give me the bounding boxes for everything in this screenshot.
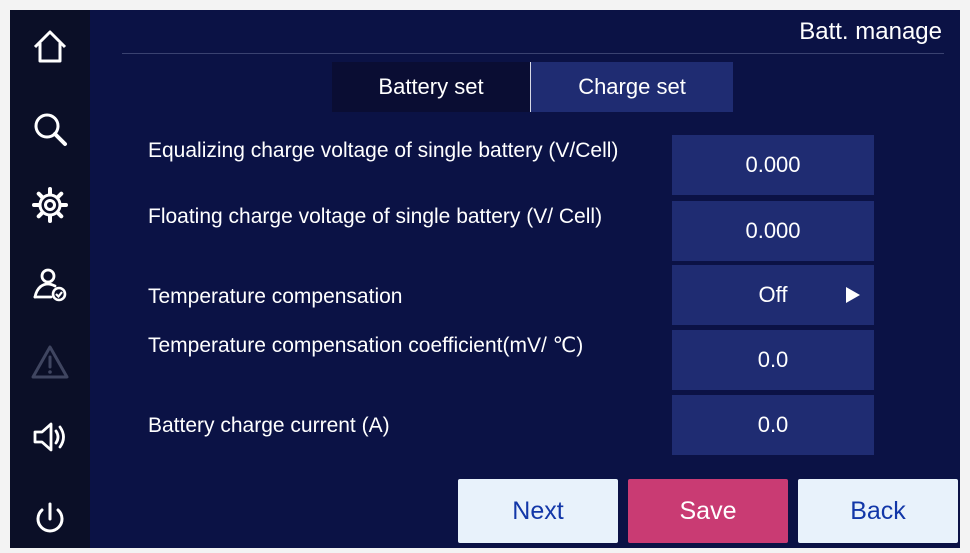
temp-compensation-select[interactable]: Off bbox=[672, 265, 874, 325]
temp-coefficient-field[interactable]: 0.0 bbox=[672, 330, 874, 390]
tab-battery-set[interactable]: Battery set bbox=[332, 62, 530, 112]
sidebar-alarm[interactable] bbox=[10, 332, 90, 392]
warning-icon bbox=[31, 345, 69, 379]
charge-current-label: Battery charge current (A) bbox=[148, 414, 390, 437]
sidebar-settings[interactable] bbox=[10, 175, 90, 235]
floating-voltage-label: Floating charge voltage of single batter… bbox=[148, 205, 603, 228]
floating-voltage-value: 0.000 bbox=[745, 218, 801, 243]
back-button[interactable]: Back bbox=[798, 479, 958, 543]
sidebar-home[interactable] bbox=[10, 17, 90, 77]
sidebar-user[interactable] bbox=[10, 255, 90, 315]
sidebar-search[interactable] bbox=[10, 99, 90, 159]
title-divider bbox=[122, 53, 944, 54]
home-icon bbox=[33, 30, 67, 63]
sidebar-sound[interactable] bbox=[10, 407, 90, 467]
temp-compensation-value: Off bbox=[758, 282, 788, 307]
temp-compensation-label: Temperature compensation bbox=[148, 285, 403, 308]
sidebar-power[interactable] bbox=[10, 489, 90, 548]
floating-voltage-field[interactable]: 0.000 bbox=[672, 201, 874, 261]
sidebar bbox=[10, 10, 90, 548]
power-icon bbox=[36, 502, 64, 533]
tab-charge-set[interactable]: Charge set bbox=[531, 62, 733, 112]
arrow-right-icon bbox=[846, 287, 860, 303]
user-check-icon bbox=[33, 268, 67, 302]
temp-coefficient-value: 0.0 bbox=[757, 347, 789, 372]
screen: Batt. manage Battery set Charge set Equa… bbox=[10, 10, 960, 548]
charge-current-value: 0.0 bbox=[757, 412, 789, 437]
charge-current-field[interactable]: 0.0 bbox=[672, 395, 874, 455]
next-button[interactable]: Next bbox=[458, 479, 618, 543]
search-icon bbox=[34, 113, 67, 146]
save-button[interactable]: Save bbox=[628, 479, 788, 543]
page-title: Batt. manage bbox=[799, 18, 942, 45]
gear-icon bbox=[32, 187, 68, 223]
equalizing-voltage-field[interactable]: 0.000 bbox=[672, 135, 874, 195]
equalizing-voltage-label: Equalizing charge voltage of single batt… bbox=[148, 139, 619, 162]
equalizing-voltage-value: 0.000 bbox=[745, 152, 801, 177]
speaker-icon bbox=[33, 422, 65, 452]
temp-coefficient-label: Temperature compensation coefficient(mV/… bbox=[148, 334, 584, 357]
